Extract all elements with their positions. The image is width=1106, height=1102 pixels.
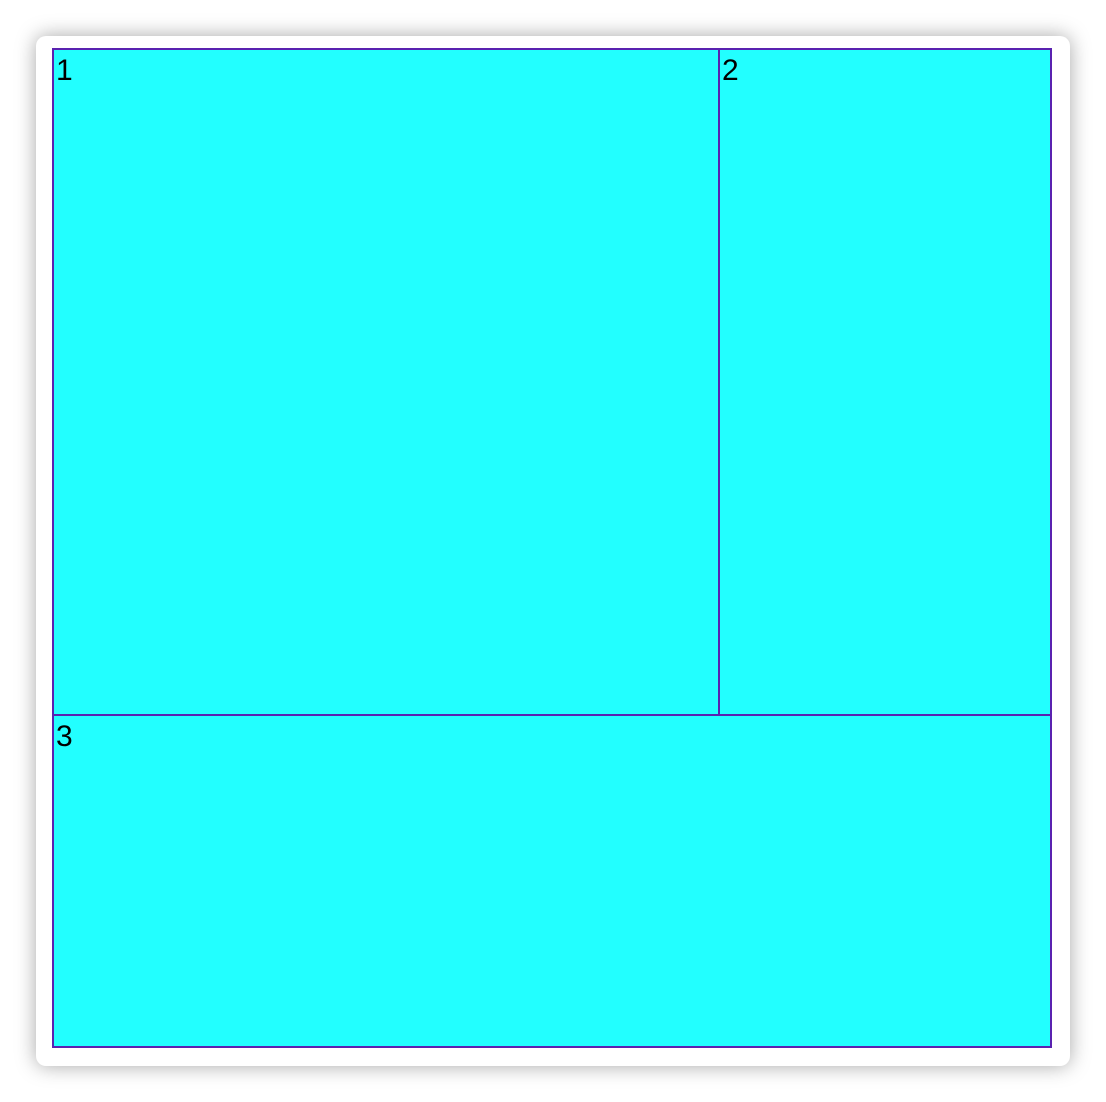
page: 1 2 3: [0, 0, 1106, 1102]
cell-1-label: 1: [56, 54, 73, 87]
diagram-card: 1 2 3: [36, 36, 1070, 1066]
cell-3: 3: [52, 714, 1052, 1048]
partition-grid: 1 2 3: [52, 48, 1052, 1048]
cell-2-label: 2: [722, 54, 739, 87]
cell-2: 2: [718, 48, 1052, 716]
cell-1: 1: [52, 48, 720, 716]
cell-3-label: 3: [56, 720, 73, 753]
